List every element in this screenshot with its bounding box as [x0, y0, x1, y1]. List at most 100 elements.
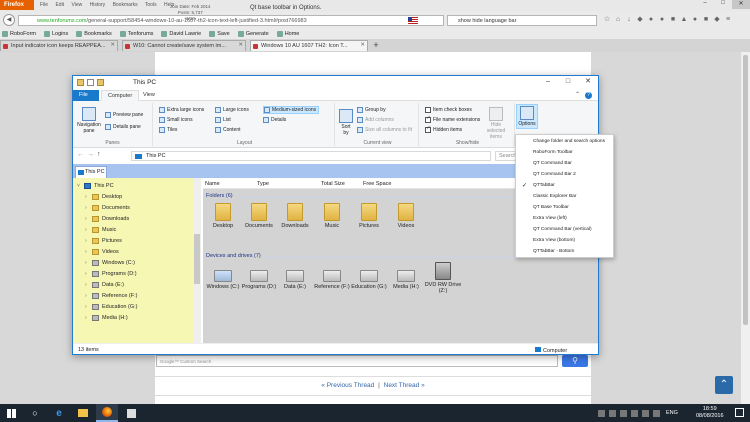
explorer-minimize-button[interactable]: –: [538, 76, 558, 88]
sort-by-button[interactable]: Sort by: [339, 109, 353, 136]
chevron-right-icon[interactable]: ›: [85, 227, 92, 233]
column-header-total-size[interactable]: Total Size: [321, 181, 345, 187]
previous-thread-link[interactable]: « Previous Thread: [321, 382, 374, 389]
menu-view[interactable]: View: [71, 2, 82, 8]
explorer-close-button[interactable]: ✕: [578, 76, 598, 88]
folder-tile-downloads[interactable]: Downloads: [276, 203, 314, 229]
layout-medium-icons[interactable]: Medium-sized icons: [263, 106, 320, 114]
network-icon[interactable]: [609, 409, 616, 417]
menu-item-qt-command-bar-vertical[interactable]: QT Command Bar (vertical): [516, 224, 613, 235]
drive-tile-education-g[interactable]: Education (G:): [350, 266, 388, 290]
new-folder-icon[interactable]: [97, 79, 104, 86]
folder-icon[interactable]: [77, 79, 84, 86]
nav-item-documents[interactable]: › Documents: [85, 202, 130, 213]
addon-icon[interactable]: ◆: [636, 15, 644, 24]
menu-history[interactable]: History: [90, 2, 106, 8]
back-button[interactable]: ◀: [3, 14, 15, 26]
chevron-up-icon[interactable]: ⌃: [575, 91, 580, 98]
hide-selected-items-button[interactable]: Hide selected items: [481, 107, 511, 140]
menu-file[interactable]: File: [40, 2, 48, 8]
nav-item-reference-f[interactable]: › Reference (F:): [85, 290, 137, 301]
tab-input-indicator[interactable]: Input indicator icon keeps REAPPEA... ✕: [0, 40, 118, 51]
layout-extra-large-icons[interactable]: Extra large icons: [159, 107, 204, 113]
ribbon-tab-computer[interactable]: Computer: [101, 90, 140, 101]
scrollbar-thumb[interactable]: [194, 234, 200, 284]
tab-close-icon[interactable]: ✕: [238, 42, 243, 48]
layout-details[interactable]: Details: [263, 117, 286, 123]
bookmark-tenforums[interactable]: Tenforums: [119, 31, 153, 37]
drive-tile-media-h[interactable]: Media (H:): [387, 266, 425, 290]
back-arrow-icon[interactable]: ←: [77, 151, 87, 158]
home-icon[interactable]: ⌂: [614, 15, 622, 24]
google-search-button[interactable]: ⚲: [562, 355, 588, 367]
menu-item-extra-view-left[interactable]: Extra View (left): [516, 213, 613, 224]
extension-icon[interactable]: ●: [647, 15, 655, 24]
star-icon[interactable]: ☆: [603, 15, 611, 24]
start-button[interactable]: [0, 404, 22, 422]
chevron-right-icon[interactable]: ›: [85, 282, 92, 288]
volume-icon[interactable]: [642, 409, 649, 417]
nav-item-this-pc[interactable]: ˅ This PC: [77, 180, 114, 191]
extension4-icon[interactable]: ▲: [680, 15, 688, 24]
folder-tile-videos[interactable]: Videos: [387, 203, 425, 229]
address-bar[interactable]: This PC: [131, 151, 491, 161]
chevron-right-icon[interactable]: ›: [85, 194, 92, 200]
column-header-free-space[interactable]: Free Space: [363, 181, 391, 187]
add-columns-button[interactable]: Add columns: [357, 117, 394, 123]
layout-tiles[interactable]: Tiles: [159, 127, 177, 133]
nav-item-pictures[interactable]: › Pictures: [85, 235, 122, 246]
firefox-taskbar-button[interactable]: [96, 404, 118, 422]
layout-small-icons[interactable]: Small icons: [159, 117, 193, 123]
menu-item-qttabbar-bottom[interactable]: QTTabBar - Bottom: [516, 246, 613, 257]
tray-app-icon[interactable]: [620, 409, 627, 417]
group-by-button[interactable]: Group by: [357, 107, 386, 113]
size-columns-button[interactable]: Size all columns to fit: [357, 127, 412, 133]
tab-close-icon[interactable]: ✕: [110, 42, 115, 48]
edge-taskbar-button[interactable]: e: [48, 404, 70, 422]
menu-item-extra-view-bottom[interactable]: Extra View (bottom): [516, 235, 613, 246]
bookmark-generate[interactable]: Generate: [237, 31, 269, 37]
action-center-icon[interactable]: [735, 408, 744, 417]
google-search-input[interactable]: Google™ Custom Search: [156, 355, 558, 367]
tray-app2-icon[interactable]: [631, 409, 638, 417]
extension6-icon[interactable]: ■: [702, 15, 710, 24]
options-button[interactable]: Options: [516, 104, 538, 129]
extension7-icon[interactable]: ◆: [713, 15, 721, 24]
chevron-right-icon[interactable]: ›: [85, 315, 92, 321]
chevron-right-icon[interactable]: ›: [85, 260, 92, 266]
hamburger-menu-icon[interactable]: ≡: [724, 15, 732, 24]
bookmark-save[interactable]: Save: [209, 31, 230, 37]
extension2-icon[interactable]: ●: [658, 15, 666, 24]
chevron-right-icon[interactable]: ›: [85, 304, 92, 310]
nav-item-education-g[interactable]: › Education (G:): [85, 301, 137, 312]
nav-item-programs-d[interactable]: › Programs (D:): [85, 268, 137, 279]
drive-tile-data-e[interactable]: Data (E:): [276, 266, 314, 290]
nav-item-windows-c[interactable]: › Windows (C:): [85, 257, 135, 268]
tab-close-icon[interactable]: ✕: [360, 42, 365, 48]
layout-large-icons[interactable]: Large icons: [215, 107, 249, 113]
menu-bookmarks[interactable]: Bookmarks: [113, 2, 138, 8]
nav-item-media-h[interactable]: › Media (H:): [85, 312, 128, 323]
menu-item-qt-base-toolbar[interactable]: QT Base Toolbar: [516, 202, 613, 213]
menu-item-classic-explorer-bar[interactable]: Classic Explorer Bar: [516, 191, 613, 202]
bookmark-logins[interactable]: Logins: [43, 31, 68, 37]
chevron-right-icon[interactable]: ›: [85, 293, 92, 299]
bookmark-home[interactable]: Home: [276, 31, 299, 37]
app-taskbar-button[interactable]: [120, 404, 142, 422]
menu-item-roboform-toolbar[interactable]: RoboForm Toolbar: [516, 147, 613, 158]
column-header-type[interactable]: Type: [257, 181, 269, 187]
chevron-right-icon[interactable]: ›: [85, 249, 92, 255]
nav-item-downloads[interactable]: › Downloads: [85, 213, 129, 224]
extension5-icon[interactable]: ●: [691, 15, 699, 24]
scrollbar-thumb[interactable]: [743, 55, 748, 325]
taskbar-clock[interactable]: 18:59 08/08/2016: [696, 406, 724, 420]
language-indicator[interactable]: ENG: [666, 410, 678, 416]
folder-tile-desktop[interactable]: Desktop: [204, 203, 242, 229]
ribbon-tab-file[interactable]: File: [73, 90, 99, 101]
details-pane-button[interactable]: Details pane: [105, 124, 141, 130]
chevron-right-icon[interactable]: ›: [85, 216, 92, 222]
minimize-button[interactable]: –: [696, 0, 714, 9]
bookmark-bookmarks[interactable]: Bookmarks: [76, 31, 112, 37]
folders-group-header[interactable]: Folders (6): [206, 193, 233, 199]
bookmark-roboform[interactable]: RoboForm: [2, 31, 36, 37]
